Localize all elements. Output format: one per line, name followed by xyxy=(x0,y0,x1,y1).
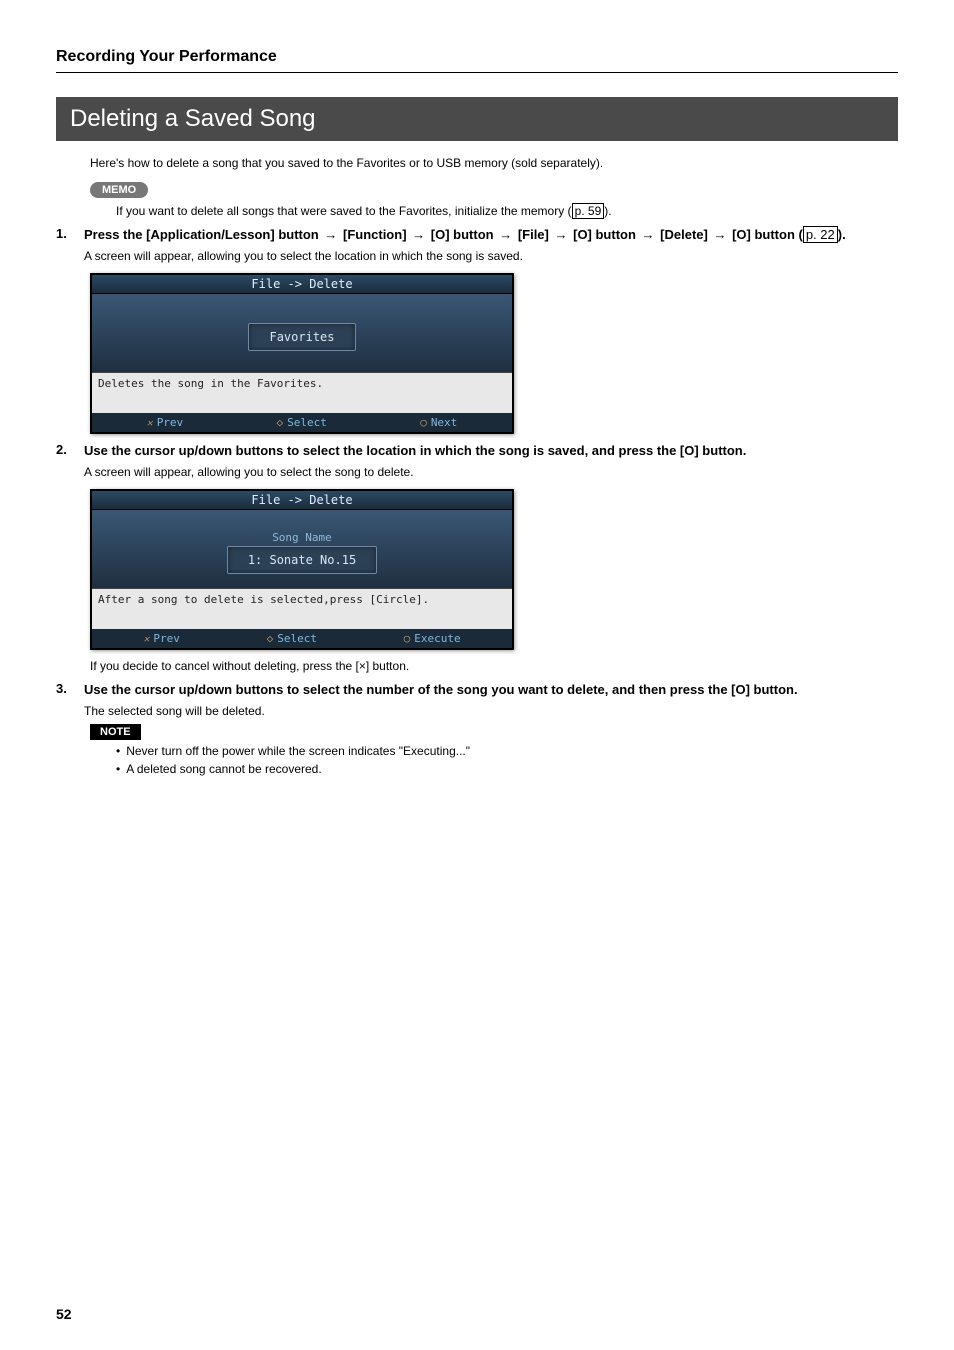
lcd1-select-label: Select xyxy=(287,416,327,429)
step-1-p6: [O] button ( xyxy=(732,227,803,242)
step-1-p1: [Function] xyxy=(343,227,410,242)
lcd1-prev-label: Prev xyxy=(157,416,184,429)
intro-text: Here's how to delete a song that you sav… xyxy=(90,155,898,172)
step-2: 2. Use the cursor up/down buttons to sel… xyxy=(56,442,898,481)
note-badge: NOTE xyxy=(90,724,141,740)
page-header-title: Recording Your Performance xyxy=(56,48,898,66)
x-icon xyxy=(147,416,153,429)
lcd2-footer: Prev Select Execute xyxy=(92,629,512,648)
lcd1-prev: Prev xyxy=(147,416,184,429)
arrow-icon: → xyxy=(642,226,655,244)
lcd1-next-label: Next xyxy=(431,416,458,429)
step-2-text: Use the cursor up/down buttons to select… xyxy=(84,442,746,481)
note-item-2: A deleted song cannot be recovered. xyxy=(116,762,898,776)
step-3-sub: The selected song will be deleted. xyxy=(84,703,798,720)
step-3-main: Use the cursor up/down buttons to select… xyxy=(84,682,798,697)
select-icon xyxy=(277,416,284,429)
lcd-screenshot-1: File -> Delete Favorites Deletes the son… xyxy=(90,273,514,434)
lcd1-footer: Prev Select Next xyxy=(92,413,512,432)
section-banner: Deleting a Saved Song xyxy=(56,97,898,141)
lcd2-prev-label: Prev xyxy=(153,632,180,645)
step-1-p3: [File] xyxy=(518,227,553,242)
header-rule xyxy=(56,72,898,73)
arrow-icon: → xyxy=(499,226,512,244)
lcd1-body: Favorites xyxy=(92,294,512,372)
note-item-1: Never turn off the power while the scree… xyxy=(116,744,898,758)
step-1-p5: [Delete] xyxy=(660,227,711,242)
x-icon xyxy=(143,632,149,645)
lcd2-execute: Execute xyxy=(404,632,461,645)
step-2-sub: A screen will appear, allowing you to se… xyxy=(84,464,746,481)
page-number: 52 xyxy=(56,1306,72,1322)
step-2-num: 2. xyxy=(56,442,84,457)
lcd2-title: File -> Delete xyxy=(92,491,512,510)
lcd2-prev: Prev xyxy=(143,632,180,645)
memo-badge: MEMO xyxy=(90,182,148,198)
step-2-after: If you decide to cancel without deleting… xyxy=(90,658,898,675)
lcd2-execute-label: Execute xyxy=(414,632,460,645)
arrow-icon: → xyxy=(554,226,567,244)
step-1-page-ref[interactable]: p. 22 xyxy=(803,226,838,243)
lcd1-selection: Favorites xyxy=(248,323,355,351)
lcd2-select-label: Select xyxy=(277,632,317,645)
lcd2-subtitle: Song Name xyxy=(272,531,332,544)
lcd-screenshot-2: File -> Delete Song Name 1: Sonate No.15… xyxy=(90,489,514,650)
lcd2-body: Song Name 1: Sonate No.15 xyxy=(92,510,512,588)
step-3-num: 3. xyxy=(56,681,84,696)
step-2-main: Use the cursor up/down buttons to select… xyxy=(84,443,746,458)
lcd2-desc: After a song to delete is selected,press… xyxy=(92,588,512,629)
lcd2-selection: 1: Sonate No.15 xyxy=(227,546,377,574)
lcd1-select: Select xyxy=(277,416,327,429)
lcd1-title: File -> Delete xyxy=(92,275,512,294)
lcd2-select: Select xyxy=(267,632,317,645)
step-1-p4: [O] button xyxy=(573,227,639,242)
step-1-p2: [O] button xyxy=(431,227,497,242)
memo-text-pre: If you want to delete all songs that wer… xyxy=(116,204,572,218)
select-icon xyxy=(267,632,274,645)
arrow-icon: → xyxy=(412,226,425,244)
step-1: 1. Press the [Application/Lesson] button… xyxy=(56,226,898,265)
step-1-text: Press the [Application/Lesson] button → … xyxy=(84,226,846,265)
step-1-post: ). xyxy=(838,227,846,242)
circle-icon xyxy=(420,416,427,429)
lcd1-next: Next xyxy=(420,416,457,429)
memo-text: If you want to delete all songs that wer… xyxy=(116,202,898,220)
step-1-num: 1. xyxy=(56,226,84,241)
step-1-pre: Press the [Application/Lesson] button xyxy=(84,227,322,242)
lcd1-desc: Deletes the song in the Favorites. xyxy=(92,372,512,413)
circle-icon xyxy=(404,632,411,645)
note-list: Never turn off the power while the scree… xyxy=(116,744,898,776)
arrow-icon: → xyxy=(324,226,337,244)
arrow-icon: → xyxy=(713,226,726,244)
step-1-sub: A screen will appear, allowing you to se… xyxy=(84,248,846,265)
memo-page-ref[interactable]: p. 59 xyxy=(572,203,605,219)
step-3-text: Use the cursor up/down buttons to select… xyxy=(84,681,798,720)
memo-text-post: ). xyxy=(604,204,611,218)
step-3: 3. Use the cursor up/down buttons to sel… xyxy=(56,681,898,720)
